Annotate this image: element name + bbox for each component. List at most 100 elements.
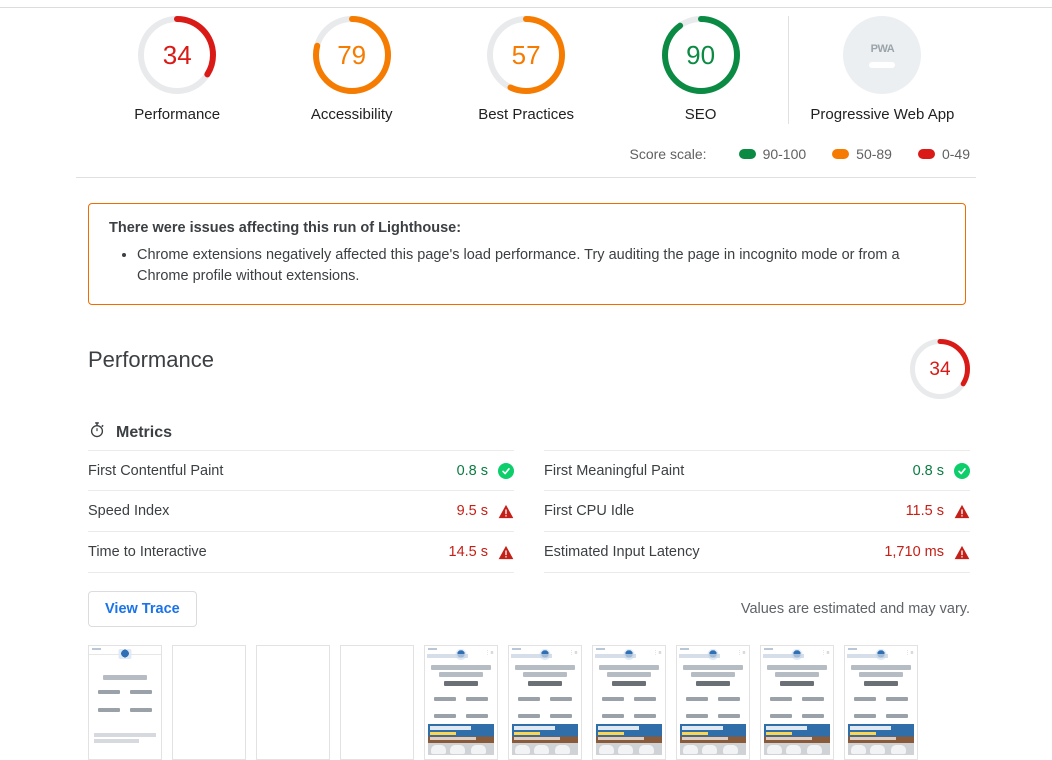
metric-value: 0.8 s xyxy=(456,462,488,479)
report-container: 34 Performance 79 Accessibility 57 Best … xyxy=(76,0,976,760)
metric-name: Speed Index xyxy=(88,503,170,520)
estimate-note: Values are estimated and may vary. xyxy=(740,601,970,618)
hero-banner-image xyxy=(848,724,914,756)
filmstrip-frame xyxy=(340,645,414,760)
metric-name: Time to Interactive xyxy=(88,544,207,561)
view-trace-button[interactable]: View Trace xyxy=(88,591,197,628)
metric-value-group: 11.5 s xyxy=(906,503,970,519)
run-warning-item: Chrome extensions negatively affected th… xyxy=(137,245,945,286)
metric-name: First Meaningful Paint xyxy=(544,462,685,479)
hero-banner-image xyxy=(680,724,746,756)
gauge-label: SEO xyxy=(684,106,717,123)
filmstrip: ⋮≡ ⋮≡ ⋮≡ ⋮≡ ⋮≡ ⋮≡ xyxy=(76,645,976,760)
gauge-arc: 79 xyxy=(312,16,391,94)
performance-score-gauge: 34 xyxy=(910,339,970,400)
gauge-value: 79 xyxy=(337,40,367,70)
metrics-column-left: First Contentful Paint 0.8 s Speed Index… xyxy=(88,450,515,574)
score-scale-range: 50-89 xyxy=(856,146,892,162)
gauge-value: 34 xyxy=(162,40,192,70)
score-scale-item: 90-100 xyxy=(738,146,807,162)
fail-warning-icon xyxy=(954,545,970,560)
run-warnings-title: There were issues affecting this run of … xyxy=(109,220,462,236)
metric-value: 9.5 s xyxy=(456,503,488,520)
gauge-accessibility[interactable]: 79 Accessibility xyxy=(264,16,438,123)
metric-name: Estimated Input Latency xyxy=(544,544,700,561)
filmstrip-frame xyxy=(88,645,162,760)
hero-banner-image xyxy=(596,724,662,756)
metric-row[interactable]: First Meaningful Paint 0.8 s xyxy=(544,450,970,492)
metrics-heading: Metrics xyxy=(116,423,173,441)
metrics-column-right: First Meaningful Paint 0.8 s First CPU I… xyxy=(544,450,970,574)
metric-value-group: 14.5 s xyxy=(449,544,515,560)
fail-warning-icon xyxy=(954,504,970,519)
site-logo-icon xyxy=(118,649,132,660)
performance-score-value: 34 xyxy=(929,358,951,380)
top-divider xyxy=(0,7,1052,8)
gauge-arc: 90 xyxy=(661,16,740,94)
stopwatch-icon xyxy=(88,421,106,444)
score-scale-label: Score scale: xyxy=(629,146,707,162)
hero-banner-image xyxy=(764,724,830,756)
filmstrip-frame: ⋮≡ xyxy=(592,645,666,760)
filmstrip-frame: ⋮≡ xyxy=(844,645,918,760)
metric-value-group: 0.8 s xyxy=(912,462,970,479)
score-scale-swatch xyxy=(917,149,935,159)
gauge-arc: 34 xyxy=(138,16,217,94)
hero-banner-image xyxy=(512,724,578,756)
hero-banner-image xyxy=(428,724,494,756)
metric-name: First Contentful Paint xyxy=(88,462,224,479)
metric-row[interactable]: First Contentful Paint 0.8 s xyxy=(88,450,514,492)
gauge-label: Best Practices xyxy=(478,106,575,123)
run-warnings-list: Chrome extensions negatively affected th… xyxy=(109,245,945,286)
metric-value: 0.8 s xyxy=(912,462,944,479)
score-scale: Score scale: 90-100 50-89 0-49 xyxy=(76,146,976,162)
trace-row: View Trace Values are estimated and may … xyxy=(76,591,976,628)
metric-row[interactable]: Speed Index 9.5 s xyxy=(88,491,514,533)
run-warnings-box: There were issues affecting this run of … xyxy=(88,203,966,306)
filmstrip-frame: ⋮≡ xyxy=(508,645,582,760)
metric-value-group: 9.5 s xyxy=(457,503,514,519)
gauge-label: Accessibility xyxy=(310,106,393,123)
metrics-grid: First Contentful Paint 0.8 s Speed Index… xyxy=(76,450,976,574)
pwa-badge-text: PWA xyxy=(870,42,895,55)
metric-value: 11.5 s xyxy=(905,503,944,520)
metric-value: 14.5 s xyxy=(448,544,489,561)
metric-value-group: 0.8 s xyxy=(456,462,514,479)
score-scale-item: 0-49 xyxy=(917,146,970,162)
score-scale-swatch xyxy=(738,149,756,159)
metric-row[interactable]: First CPU Idle 11.5 s xyxy=(544,491,970,533)
gauge-value: 57 xyxy=(511,40,541,70)
metric-value: 1,710 ms xyxy=(884,544,944,561)
filmstrip-frame: ⋮≡ xyxy=(424,645,498,760)
filmstrip-frame: ⋮≡ xyxy=(760,645,834,760)
gauge-best-practices[interactable]: 57 Best Practices xyxy=(439,16,613,123)
gauge-progressive-web-app[interactable]: PWA Progressive Web App xyxy=(787,16,976,124)
score-scale-item: 50-89 xyxy=(832,146,892,162)
score-scale-range: 90-100 xyxy=(762,146,807,162)
performance-section-header: Performance 34 xyxy=(76,339,976,400)
page-title: Performance xyxy=(88,347,214,373)
pass-check-icon xyxy=(954,462,970,479)
pwa-badge-dash xyxy=(869,61,896,68)
score-gauges: 34 Performance 79 Accessibility 57 Best … xyxy=(76,16,976,124)
fail-warning-icon xyxy=(498,504,514,519)
gauge-performance[interactable]: 34 Performance xyxy=(90,16,264,123)
gauge-label: Performance xyxy=(134,106,221,123)
gauge-label: Progressive Web App xyxy=(810,106,955,123)
metric-row[interactable]: Time to Interactive 14.5 s xyxy=(88,532,515,574)
gauge-value: 90 xyxy=(686,40,716,70)
gauge-arc: 57 xyxy=(487,16,566,94)
metric-value-group: 1,710 ms xyxy=(884,544,970,560)
metric-name: First CPU Idle xyxy=(544,503,635,520)
metrics-header: Metrics xyxy=(76,421,976,444)
score-scale-range: 0-49 xyxy=(941,146,970,162)
gauge-seo[interactable]: 90 SEO xyxy=(613,16,787,123)
header-divider xyxy=(76,177,976,178)
filmstrip-frame xyxy=(256,645,330,760)
pass-check-icon xyxy=(498,462,514,479)
filmstrip-frame xyxy=(172,645,246,760)
filmstrip-frame: ⋮≡ xyxy=(676,645,750,760)
metric-row[interactable]: Estimated Input Latency 1,710 ms xyxy=(544,532,970,574)
pwa-badge-icon: PWA xyxy=(843,16,922,94)
score-scale-swatch xyxy=(832,149,850,159)
